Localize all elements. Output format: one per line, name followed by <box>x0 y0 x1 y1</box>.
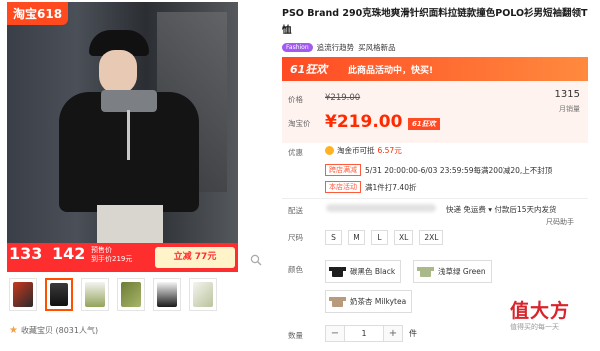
taobao-618-logo: 淘宝618 <box>7 2 69 25</box>
thumbnail-1[interactable] <box>9 278 37 311</box>
polo-zipper <box>127 110 130 160</box>
banner-price-1: 133 <box>9 244 43 263</box>
price-banner: 133 142 预售价 到手价219元 立减 77元 <box>7 243 238 272</box>
store-promo[interactable]: 本店活动 满1件打7.40折 <box>325 181 416 193</box>
product-main-image[interactable]: 淘宝618 133 142 预售价 到手价219元 立减 77元 <box>7 2 238 272</box>
original-price: ¥219.00 <box>325 93 361 103</box>
monthly-sales-label: 月销量 <box>559 105 580 113</box>
store-promo-tag: 本店活动 <box>325 181 361 193</box>
trend-tags: Fashion 追流行趋势 买风格新品 <box>282 42 396 53</box>
size-helper-link[interactable]: 尺码助手 <box>546 217 574 227</box>
color-label-black: 碳黑色 Black <box>350 267 396 276</box>
tee-icon <box>417 267 434 277</box>
site-watermark: 值大方 值得买的每一天 <box>510 296 570 332</box>
coins-value: 6.57元 <box>377 146 402 155</box>
banner-small-line-1: 预售价 <box>91 246 112 254</box>
size-options: S M L XL 2XL <box>325 230 444 245</box>
banner-price-2: 142 <box>52 244 86 263</box>
cross-store-text: 5/31 20:00:00-6/03 23:59:59每满200减20,上不封顶 <box>365 165 553 175</box>
favorite-item[interactable]: ★ 收藏宝贝 (8031人气) <box>9 325 98 336</box>
black-tee-swatch <box>329 264 346 279</box>
size-option-xl[interactable]: XL <box>394 230 414 245</box>
size-option-l[interactable]: L <box>371 230 388 245</box>
thumbnail-2[interactable] <box>45 278 73 311</box>
product-title: PSO Brand 290克珠地爽滑针织面料拉链款撞色POLO衫男短袖翻领T恤 <box>282 8 588 36</box>
color-option-milkytea[interactable]: 奶茶杏 Milkytea <box>325 290 413 313</box>
fashion-badge: Fashion <box>282 43 313 52</box>
price-label: 价格 <box>288 95 303 104</box>
tee-icon <box>329 267 346 277</box>
banner-small-text: 预售价 到手价219元 <box>91 246 132 264</box>
model-face <box>99 50 137 94</box>
star-icon: ★ <box>9 325 18 336</box>
tee-icon <box>329 297 346 307</box>
quantity-row: − 1 + 件 <box>325 325 417 342</box>
thumbnail-5[interactable] <box>153 278 181 311</box>
color-label-green: 浅草绿 Green <box>438 267 486 276</box>
trend-tag-2[interactable]: 买风格新品 <box>358 42 396 53</box>
coins-text: 淘金币可抵 <box>337 146 375 155</box>
thumbnail-3[interactable] <box>81 278 109 311</box>
milkytea-tee-swatch <box>329 294 346 309</box>
polo-collar <box>101 90 157 112</box>
color-label: 颜色 <box>288 265 303 274</box>
promo-618-logo: 61狂欢 <box>290 63 328 76</box>
quantity-unit: 件 <box>409 329 417 338</box>
trend-tag-1[interactable]: 追流行趋势 <box>317 42 355 53</box>
cross-store-tag: 跨店满减 <box>325 164 361 176</box>
favorite-label: 收藏宝贝 (8031人气) <box>20 326 99 335</box>
taobao-coins-row: 淘金币可抵 6.57元 <box>325 145 402 156</box>
zoom-icon[interactable] <box>250 254 262 266</box>
shipping-address-blurred[interactable] <box>326 204 436 212</box>
increment-button[interactable]: + <box>384 326 402 341</box>
model-figure <box>59 30 199 245</box>
shipping-info[interactable]: 快递 免运费 ▾ 付款后15天内发货 <box>446 204 556 215</box>
size-option-2xl[interactable]: 2XL <box>419 230 444 245</box>
shipping-label: 配送 <box>288 206 303 215</box>
color-option-black[interactable]: 碳黑色 Black <box>325 260 402 283</box>
store-promo-text: 满1件打7.40折 <box>365 182 417 192</box>
model-pants <box>97 205 163 245</box>
price-618-badge: 61狂欢 <box>408 118 440 130</box>
thumbnail-4[interactable] <box>117 278 145 311</box>
current-price: ¥219.00 <box>325 112 403 132</box>
thumbnail-6[interactable] <box>189 278 217 311</box>
banner-small-line-2: 到手价219元 <box>91 255 133 263</box>
cross-store-promo[interactable]: 跨店满减 5/31 20:00:00-6/03 23:59:59每满200减20… <box>325 164 552 176</box>
promo-message: 此商品活动中，快买! <box>348 65 434 76</box>
watermark-logo: 值大方 <box>510 300 571 322</box>
promo-bar: 61狂欢 此商品活动中，快买! <box>282 57 588 81</box>
offers-label: 优惠 <box>288 148 303 157</box>
watermark-slogan: 值得买的每一天 <box>510 323 559 331</box>
green-tee-swatch <box>417 264 434 279</box>
taobao-price-label: 淘宝价 <box>288 119 311 128</box>
decrement-button[interactable]: − <box>326 326 344 341</box>
size-option-s[interactable]: S <box>325 230 342 245</box>
color-label-milkytea: 奶茶杏 Milkytea <box>350 297 407 306</box>
quantity-stepper: − 1 + <box>325 325 403 342</box>
quantity-input[interactable]: 1 <box>344 326 384 341</box>
divider <box>282 198 588 199</box>
monthly-sales-count: 1315 <box>554 89 580 100</box>
coin-icon <box>325 146 334 155</box>
banner-coupon: 立减 77元 <box>155 247 235 268</box>
size-option-m[interactable]: M <box>348 230 365 245</box>
size-label: 尺码 <box>288 233 303 242</box>
price-box: 价格 ¥219.00 1315 月销量 淘宝价 ¥219.00 61狂欢 <box>282 81 588 143</box>
thumbnail-strip <box>9 278 217 312</box>
quantity-label: 数量 <box>288 331 303 340</box>
color-option-green[interactable]: 浅草绿 Green <box>413 260 492 283</box>
